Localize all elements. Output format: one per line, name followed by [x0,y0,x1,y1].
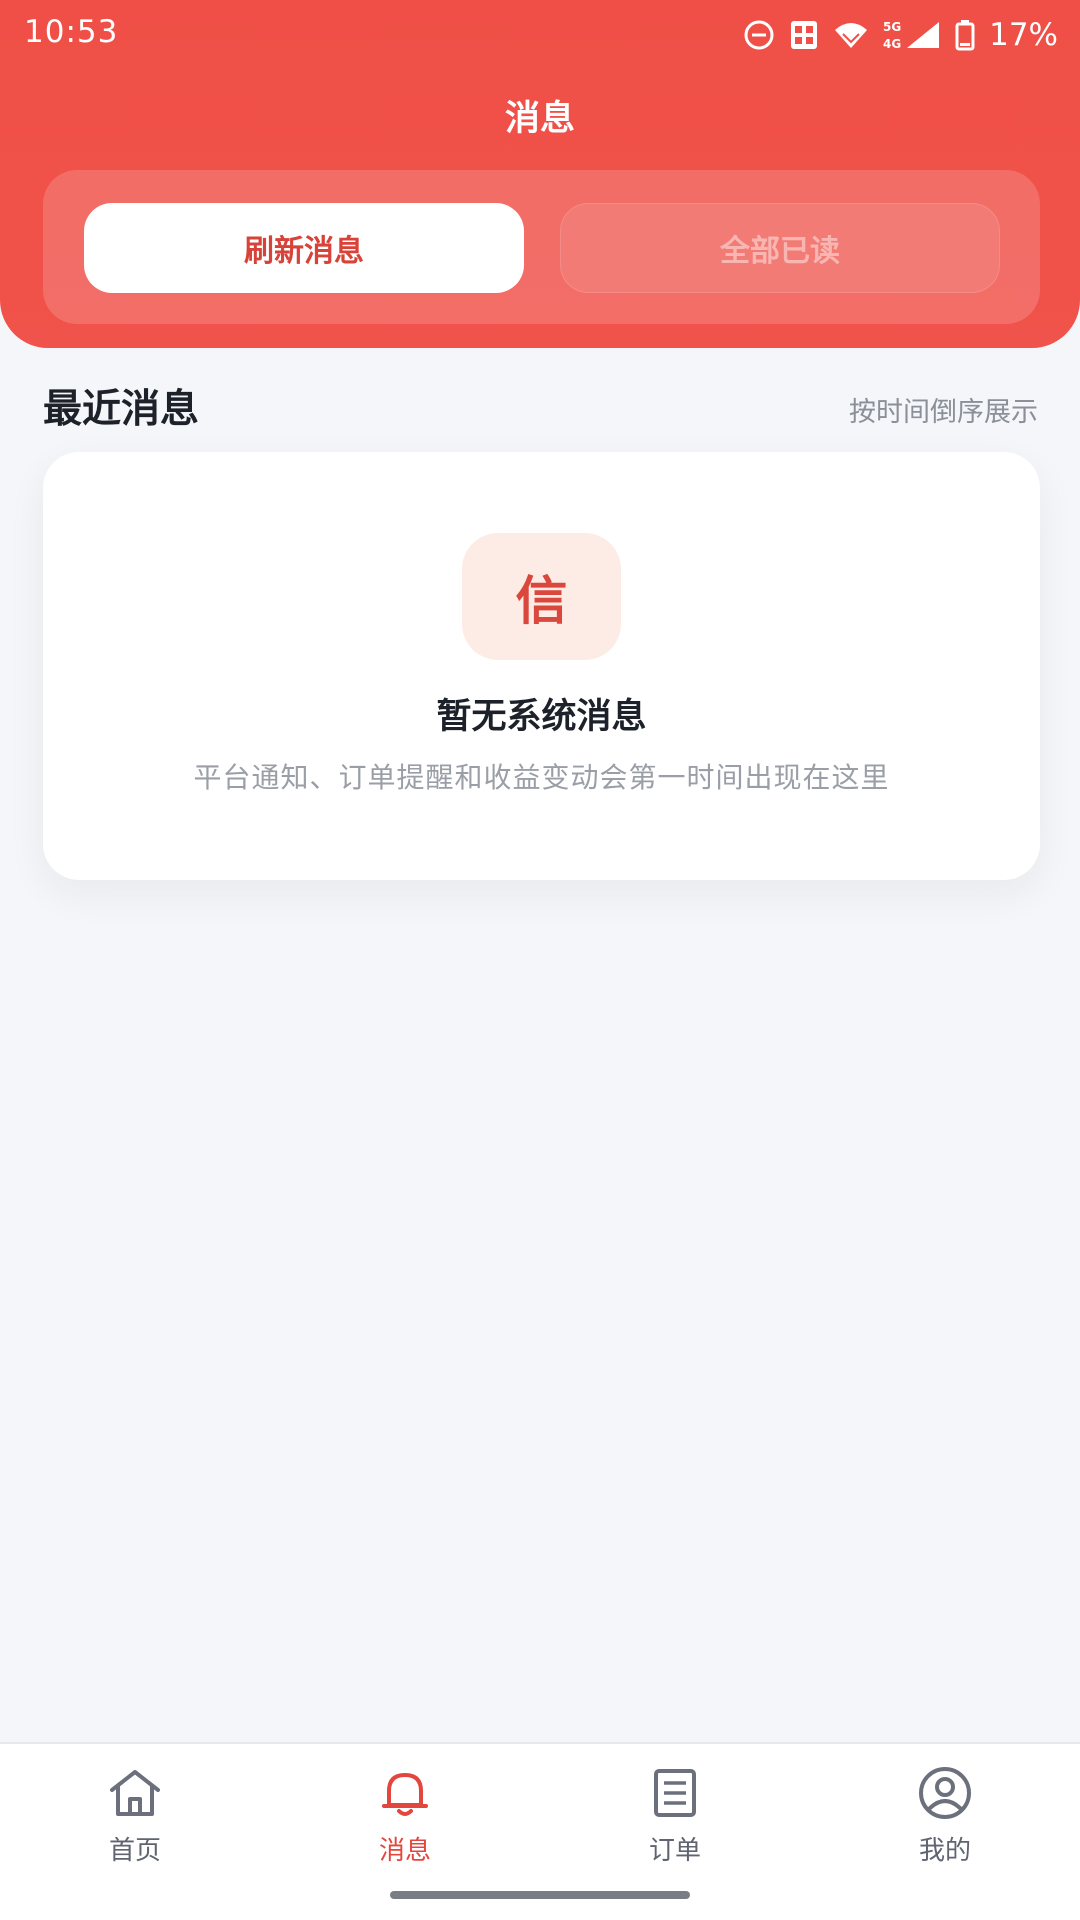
status-bar: 10:53 5G 4G 17% [0,0,1080,70]
mark-all-read-button[interactable]: 全部已读 [560,203,1000,293]
nav-label-profile: 我的 [918,1836,971,1866]
messages-page: 10:53 5G 4G 17% 消息 刷新消息 全部已读 最近消息 按时间倒序展… [0,0,1080,1920]
nav-label-orders: 订单 [648,1836,701,1866]
signal-icon: 5G 4G [883,18,941,52]
message-badge-icon: 信 [462,533,621,660]
bell-icon [379,1764,431,1822]
document-icon [652,1764,698,1822]
page-title: 消息 [504,99,575,139]
user-icon [916,1764,974,1822]
status-icons: 5G 4G 17% [743,14,1058,56]
svg-text:5G: 5G [883,20,901,34]
nav-item-orders[interactable]: 订单 [585,1764,765,1874]
nav-label-messages: 消息 [378,1836,431,1866]
dnd-icon [743,19,775,51]
home-icon [107,1764,163,1822]
empty-state-title: 暂无系统消息 [436,697,647,737]
header: 10:53 5G 4G 17% 消息 刷新消息 全部已读 [0,0,1080,348]
sim-icon [789,19,819,51]
svg-text:4G: 4G [883,37,901,51]
battery-icon [955,19,975,51]
section-title: 最近消息 [43,387,200,432]
wifi-icon [833,20,869,50]
status-time: 10:53 [24,14,119,50]
empty-state-description: 平台通知、订单提醒和收益变动会第一时间出现在这里 [193,761,890,794]
action-panel: 刷新消息 全部已读 [43,170,1040,324]
battery-level: 17% [989,17,1058,53]
home-indicator[interactable] [390,1891,690,1899]
nav-item-profile[interactable]: 我的 [855,1764,1035,1874]
sort-hint: 按时间倒序展示 [849,397,1038,428]
nav-label-home: 首页 [108,1836,161,1866]
refresh-messages-button[interactable]: 刷新消息 [84,203,524,293]
empty-state-card: 信 暂无系统消息 平台通知、订单提醒和收益变动会第一时间出现在这里 [43,452,1040,880]
nav-item-home[interactable]: 首页 [45,1764,225,1874]
nav-item-messages[interactable]: 消息 [315,1764,495,1874]
